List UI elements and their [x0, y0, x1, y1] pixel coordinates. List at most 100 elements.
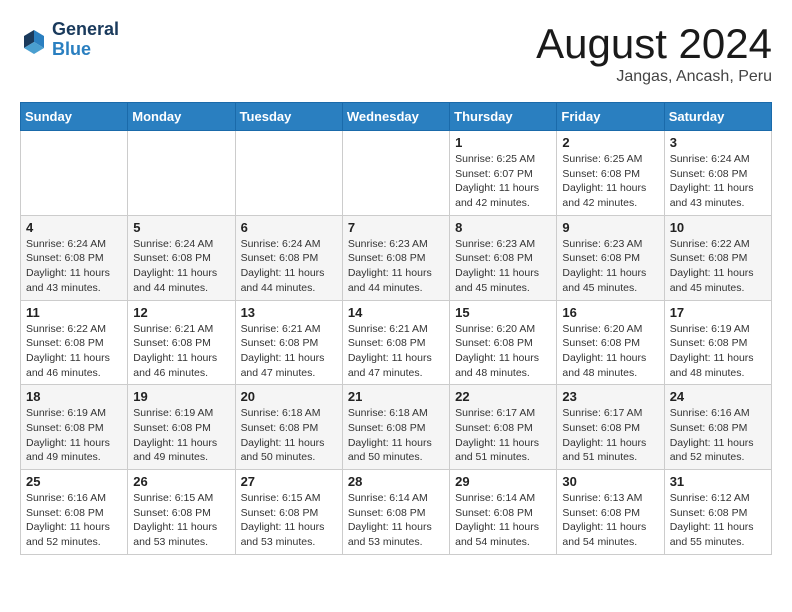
calendar-cell: 13 Sunrise: 6:21 AM Sunset: 6:08 PM Dayli… [235, 300, 342, 385]
day-info: Sunrise: 6:24 AM Sunset: 6:08 PM Dayligh… [26, 237, 122, 296]
day-info: Sunrise: 6:17 AM Sunset: 6:08 PM Dayligh… [562, 406, 658, 465]
weekday-header: Sunday [21, 103, 128, 131]
calendar-cell: 30 Sunrise: 6:13 AM Sunset: 6:08 PM Dayli… [557, 470, 664, 555]
logo: General Blue [20, 20, 119, 60]
calendar-cell: 11 Sunrise: 6:22 AM Sunset: 6:08 PM Dayli… [21, 300, 128, 385]
day-number: 19 [133, 389, 229, 404]
day-info: Sunrise: 6:16 AM Sunset: 6:08 PM Dayligh… [26, 491, 122, 550]
day-number: 30 [562, 474, 658, 489]
calendar-cell: 22 Sunrise: 6:17 AM Sunset: 6:08 PM Dayli… [450, 385, 557, 470]
weekday-header: Saturday [664, 103, 771, 131]
calendar-cell: 9 Sunrise: 6:23 AM Sunset: 6:08 PM Daylig… [557, 215, 664, 300]
day-info: Sunrise: 6:17 AM Sunset: 6:08 PM Dayligh… [455, 406, 551, 465]
day-info: Sunrise: 6:18 AM Sunset: 6:08 PM Dayligh… [241, 406, 337, 465]
day-number: 12 [133, 305, 229, 320]
calendar-cell: 1Sunrise: 6:25 AM Sunset: 6:07 PM Daylig… [450, 131, 557, 216]
day-number: 22 [455, 389, 551, 404]
page-header: General Blue August 2024 Jangas, Ancash,… [20, 20, 772, 86]
day-number: 14 [348, 305, 444, 320]
weekday-header: Thursday [450, 103, 557, 131]
day-number: 7 [348, 220, 444, 235]
day-info: Sunrise: 6:15 AM Sunset: 6:08 PM Dayligh… [241, 491, 337, 550]
day-number: 28 [348, 474, 444, 489]
calendar-title: August 2024 [536, 20, 772, 68]
calendar-cell: 24 Sunrise: 6:16 AM Sunset: 6:08 PM Dayli… [664, 385, 771, 470]
calendar-cell: 27 Sunrise: 6:15 AM Sunset: 6:08 PM Dayli… [235, 470, 342, 555]
calendar-cell: 18 Sunrise: 6:19 AM Sunset: 6:08 PM Dayli… [21, 385, 128, 470]
weekday-header: Friday [557, 103, 664, 131]
day-info: Sunrise: 6:24 AM Sunset: 6:08 PM Dayligh… [670, 152, 766, 211]
day-number: 26 [133, 474, 229, 489]
calendar-cell: 14 Sunrise: 6:21 AM Sunset: 6:08 PM Dayli… [342, 300, 449, 385]
day-number: 6 [241, 220, 337, 235]
day-number: 20 [241, 389, 337, 404]
calendar-cell: 3 Sunrise: 6:24 AM Sunset: 6:08 PM Daylig… [664, 131, 771, 216]
day-info: Sunrise: 6:14 AM Sunset: 6:08 PM Dayligh… [455, 491, 551, 550]
day-number: 18 [26, 389, 122, 404]
day-info: Sunrise: 6:16 AM Sunset: 6:08 PM Dayligh… [670, 406, 766, 465]
calendar-cell [235, 131, 342, 216]
day-info: Sunrise: 6:19 AM Sunset: 6:08 PM Dayligh… [26, 406, 122, 465]
calendar-cell: 19Sunrise: 6:19 AM Sunset: 6:08 PM Dayli… [128, 385, 235, 470]
calendar-subtitle: Jangas, Ancash, Peru [536, 68, 772, 86]
day-number: 31 [670, 474, 766, 489]
day-number: 5 [133, 220, 229, 235]
day-info: Sunrise: 6:20 AM Sunset: 6:08 PM Dayligh… [455, 322, 551, 381]
calendar-cell: 7Sunrise: 6:23 AM Sunset: 6:08 PM Daylig… [342, 215, 449, 300]
calendar-cell: 6 Sunrise: 6:24 AM Sunset: 6:08 PM Daylig… [235, 215, 342, 300]
day-number: 10 [670, 220, 766, 235]
calendar-cell [128, 131, 235, 216]
day-number: 11 [26, 305, 122, 320]
weekday-header: Wednesday [342, 103, 449, 131]
day-info: Sunrise: 6:23 AM Sunset: 6:08 PM Dayligh… [562, 237, 658, 296]
title-area: August 2024 Jangas, Ancash, Peru [536, 20, 772, 86]
logo-line2: Blue [52, 40, 119, 60]
calendar-cell: 26 Sunrise: 6:15 AM Sunset: 6:08 PM Dayli… [128, 470, 235, 555]
calendar-cell [342, 131, 449, 216]
weekday-header: Tuesday [235, 103, 342, 131]
calendar-week-row: 25Sunrise: 6:16 AM Sunset: 6:08 PM Dayli… [21, 470, 772, 555]
calendar-cell: 4 Sunrise: 6:24 AM Sunset: 6:08 PM Daylig… [21, 215, 128, 300]
calendar-table: SundayMondayTuesdayWednesdayThursdayFrid… [20, 102, 772, 555]
calendar-cell: 31 Sunrise: 6:12 AM Sunset: 6:08 PM Dayli… [664, 470, 771, 555]
calendar-cell: 10 Sunrise: 6:22 AM Sunset: 6:08 PM Dayli… [664, 215, 771, 300]
day-number: 29 [455, 474, 551, 489]
day-info: Sunrise: 6:15 AM Sunset: 6:08 PM Dayligh… [133, 491, 229, 550]
calendar-cell: 21Sunrise: 6:18 AM Sunset: 6:08 PM Dayli… [342, 385, 449, 470]
calendar-week-row: 4 Sunrise: 6:24 AM Sunset: 6:08 PM Daylig… [21, 215, 772, 300]
calendar-cell: 15 Sunrise: 6:20 AM Sunset: 6:08 PM Dayli… [450, 300, 557, 385]
calendar-cell: 16 Sunrise: 6:20 AM Sunset: 6:08 PM Dayli… [557, 300, 664, 385]
day-info: Sunrise: 6:21 AM Sunset: 6:08 PM Dayligh… [241, 322, 337, 381]
day-number: 15 [455, 305, 551, 320]
day-info: Sunrise: 6:22 AM Sunset: 6:08 PM Dayligh… [670, 237, 766, 296]
day-info: Sunrise: 6:25 AM Sunset: 6:07 PM Dayligh… [455, 152, 551, 211]
day-info: Sunrise: 6:24 AM Sunset: 6:08 PM Dayligh… [241, 237, 337, 296]
day-info: Sunrise: 6:25 AM Sunset: 6:08 PM Dayligh… [562, 152, 658, 211]
day-info: Sunrise: 6:21 AM Sunset: 6:08 PM Dayligh… [348, 322, 444, 381]
calendar-week-row: 11 Sunrise: 6:22 AM Sunset: 6:08 PM Dayli… [21, 300, 772, 385]
weekday-header: Monday [128, 103, 235, 131]
day-number: 27 [241, 474, 337, 489]
calendar-cell: 17Sunrise: 6:19 AM Sunset: 6:08 PM Dayli… [664, 300, 771, 385]
day-number: 9 [562, 220, 658, 235]
calendar-week-row: 1Sunrise: 6:25 AM Sunset: 6:07 PM Daylig… [21, 131, 772, 216]
logo-line1: General [52, 20, 119, 40]
day-number: 24 [670, 389, 766, 404]
day-number: 2 [562, 135, 658, 150]
day-number: 16 [562, 305, 658, 320]
calendar-cell [21, 131, 128, 216]
day-number: 13 [241, 305, 337, 320]
day-number: 3 [670, 135, 766, 150]
day-info: Sunrise: 6:20 AM Sunset: 6:08 PM Dayligh… [562, 322, 658, 381]
calendar-cell: 25Sunrise: 6:16 AM Sunset: 6:08 PM Dayli… [21, 470, 128, 555]
day-info: Sunrise: 6:12 AM Sunset: 6:08 PM Dayligh… [670, 491, 766, 550]
calendar-cell: 2 Sunrise: 6:25 AM Sunset: 6:08 PM Daylig… [557, 131, 664, 216]
day-info: Sunrise: 6:13 AM Sunset: 6:08 PM Dayligh… [562, 491, 658, 550]
day-info: Sunrise: 6:24 AM Sunset: 6:08 PM Dayligh… [133, 237, 229, 296]
calendar-cell: 5 Sunrise: 6:24 AM Sunset: 6:08 PM Daylig… [128, 215, 235, 300]
day-info: Sunrise: 6:22 AM Sunset: 6:08 PM Dayligh… [26, 322, 122, 381]
calendar-cell: 12 Sunrise: 6:21 AM Sunset: 6:08 PM Dayli… [128, 300, 235, 385]
day-info: Sunrise: 6:19 AM Sunset: 6:08 PM Dayligh… [670, 322, 766, 381]
day-info: Sunrise: 6:21 AM Sunset: 6:08 PM Dayligh… [133, 322, 229, 381]
day-number: 4 [26, 220, 122, 235]
